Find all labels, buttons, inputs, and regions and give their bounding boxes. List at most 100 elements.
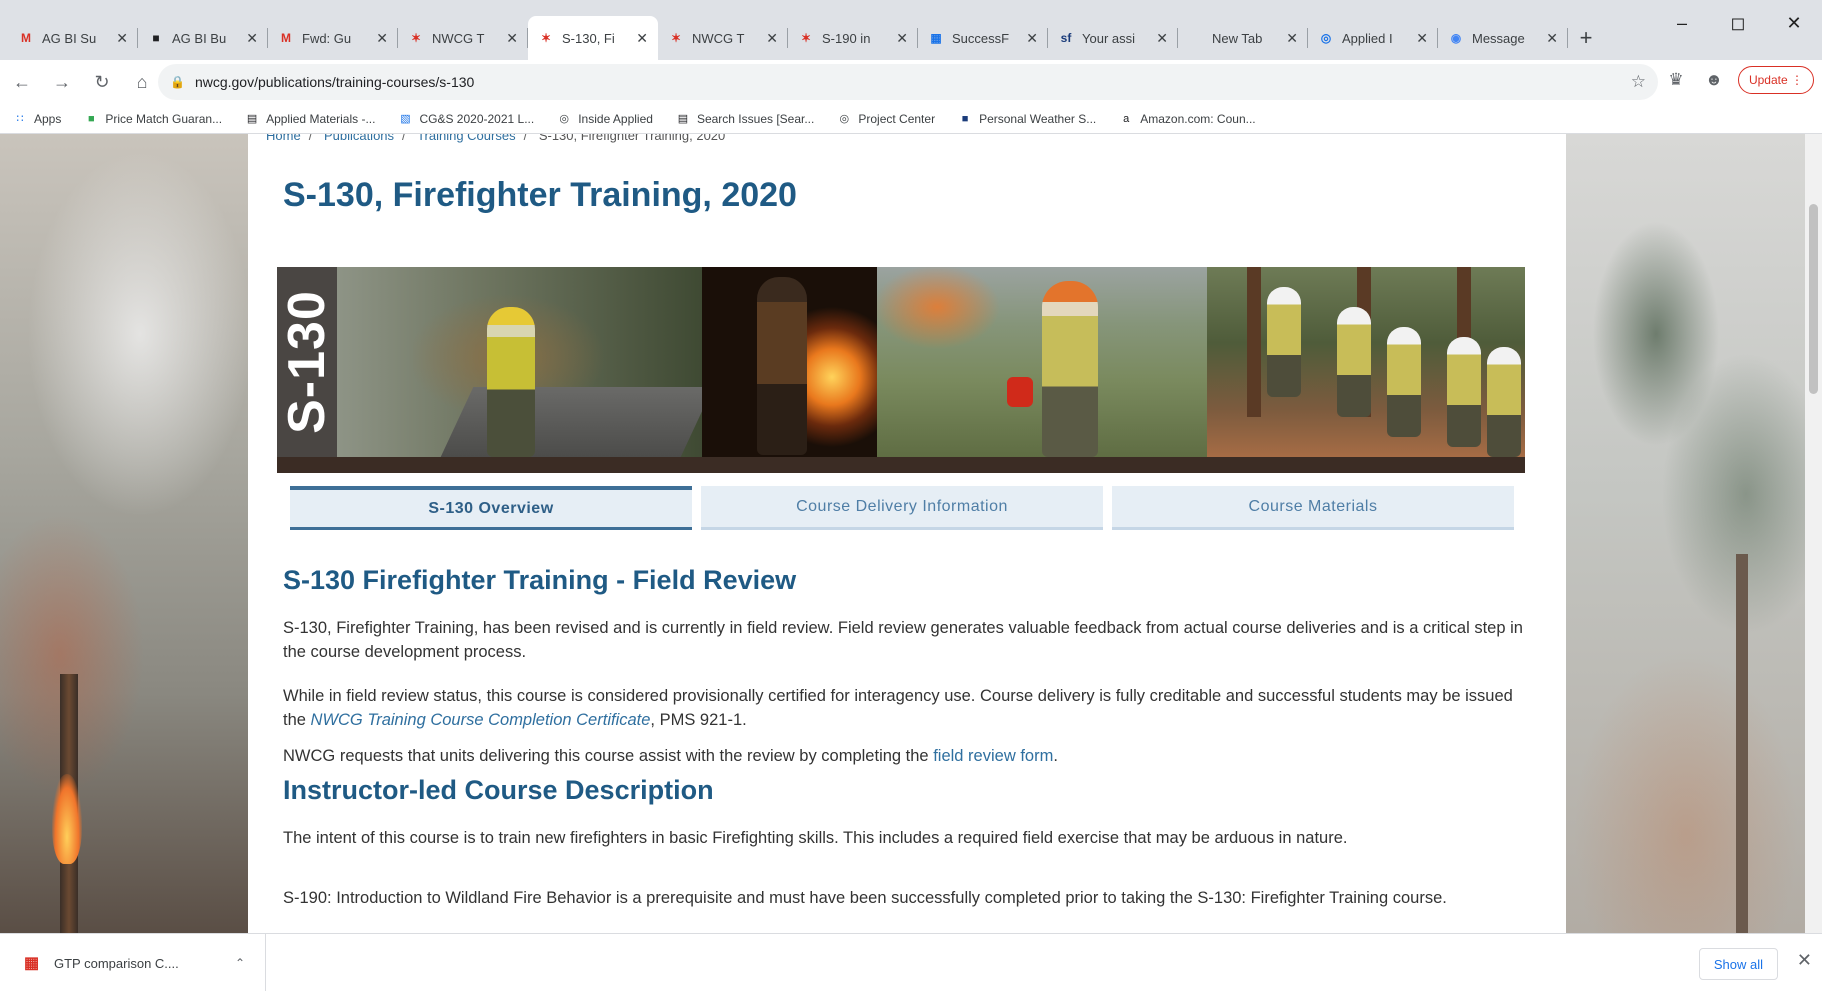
- bookmark-item[interactable]: a Amazon.com: Coun...: [1118, 111, 1255, 127]
- banner-photo-hand-crew: [1207, 267, 1525, 457]
- tab-overview[interactable]: S-130 Overview: [290, 486, 692, 530]
- new-tab-button[interactable]: +: [1568, 16, 1604, 60]
- apps-icon: ∷: [16, 113, 24, 125]
- field-review-heading: S-130 Firefighter Training - Field Revie…: [283, 565, 797, 595]
- doc-icon: ■: [152, 31, 160, 45]
- toolbar-actions: ♛ ☻ Update ⋮: [1662, 66, 1814, 94]
- bookmark-item[interactable]: ▤ Applied Materials -...: [244, 111, 376, 127]
- course-description-heading: Instructor-led Course Description: [283, 775, 714, 805]
- home-button[interactable]: ⌂: [124, 64, 160, 100]
- close-tab-icon[interactable]: ✕: [766, 30, 778, 47]
- address-bar[interactable]: 🔒 nwcg.gov/publications/training-courses…: [158, 64, 1658, 100]
- bookmark-item[interactable]: ▧ CG&S 2020-2021 L...: [397, 111, 534, 127]
- banner-course-label: S-130: [277, 267, 337, 457]
- maximize-button[interactable]: ◻: [1710, 0, 1766, 46]
- globe-icon: ◎: [839, 113, 850, 125]
- tab-title: Applied I: [1342, 30, 1393, 46]
- bookmarks-bar: ∷ Apps ■ Price Match Guaran... ▤ Applied Mate…: [0, 104, 1822, 134]
- browser-tab[interactable]: New Tab ✕: [1178, 16, 1308, 60]
- close-tab-icon[interactable]: ✕: [1026, 30, 1038, 47]
- update-label: Update: [1748, 73, 1788, 87]
- bookmark-item[interactable]: ■ Personal Weather S...: [957, 111, 1097, 127]
- close-tab-icon[interactable]: ✕: [1286, 30, 1298, 47]
- forward-button[interactable]: →: [44, 64, 80, 100]
- tab-title: AG BI Bu: [172, 30, 227, 46]
- extensions-icon[interactable]: ♛: [1662, 66, 1690, 94]
- close-shelf-icon[interactable]: ✕: [1797, 950, 1812, 971]
- bookmark-label: Price Match Guaran...: [105, 111, 223, 126]
- tab-title: Fwd: Gu: [302, 30, 352, 46]
- download-item[interactable]: ▦ GTP comparison C.... ⌃: [0, 934, 266, 991]
- bookmark-star-icon[interactable]: ☆: [1631, 72, 1646, 92]
- bookmark-item[interactable]: ◎ Project Center: [836, 111, 936, 127]
- update-button[interactable]: Update ⋮: [1737, 66, 1814, 94]
- bookmark-item[interactable]: ▤ Search Issues [Sear...: [675, 111, 815, 127]
- close-tab-icon[interactable]: ✕: [376, 30, 388, 47]
- browser-tab[interactable]: ◎ Applied I ✕: [1308, 16, 1438, 60]
- blank-icon: [1188, 30, 1204, 46]
- banner-photo-night-fire: [702, 267, 877, 457]
- field-review-form-link[interactable]: field review form: [933, 747, 1053, 765]
- browser-tab[interactable]: ■ AG BI Bu ✕: [138, 16, 268, 60]
- close-tab-icon[interactable]: ✕: [1416, 30, 1428, 47]
- tab-course-delivery[interactable]: Course Delivery Information: [701, 486, 1103, 530]
- sf-icon: sf: [1060, 31, 1072, 45]
- amazon-icon: a: [1123, 112, 1130, 125]
- bookmark-icon: ▤: [246, 113, 258, 125]
- close-window-button[interactable]: ✕: [1766, 0, 1822, 46]
- bookmark-label: CG&S 2020-2021 L...: [419, 111, 535, 126]
- browser-tab[interactable]: ✶ S-130, Fi ✕: [528, 16, 658, 60]
- download-shelf: ▦ GTP comparison C.... ⌃ Show all ✕: [0, 933, 1822, 991]
- completion-certificate-link[interactable]: NWCG Training Course Completion Certific…: [311, 711, 651, 729]
- page-scrollbar[interactable]: [1805, 134, 1822, 933]
- bookmark-item[interactable]: ∷ Apps: [12, 111, 62, 127]
- close-tab-icon[interactable]: ✕: [1156, 30, 1168, 47]
- background-left-image: [0, 134, 248, 933]
- course-tabs: S-130 Overview Course Delivery Informati…: [290, 486, 1514, 530]
- banner-photo-drip-torch: [877, 267, 1207, 457]
- reload-button[interactable]: ↻: [84, 64, 120, 100]
- scrollbar-thumb[interactable]: [1809, 204, 1818, 394]
- bookmark-label: Project Center: [858, 111, 936, 126]
- minimize-button[interactable]: –: [1654, 0, 1710, 46]
- bookmark-label: Amazon.com: Coun...: [1140, 111, 1256, 126]
- chevron-up-icon[interactable]: ⌃: [235, 956, 245, 970]
- price-match-icon: ■: [88, 112, 95, 125]
- url-text: nwcg.gov/publications/training-courses/s…: [194, 74, 475, 90]
- profile-icon[interactable]: ☻: [1700, 66, 1728, 94]
- page-title: S-130, Firefighter Training, 2020: [283, 176, 797, 214]
- close-tab-icon[interactable]: ✕: [116, 30, 128, 47]
- bookmark-label: Personal Weather S...: [979, 111, 1097, 126]
- breadcrumb-training-courses[interactable]: Training Courses: [417, 134, 516, 143]
- back-button[interactable]: ←: [4, 64, 40, 100]
- bookmark-label: Applied Materials -...: [266, 111, 376, 126]
- close-tab-icon[interactable]: ✕: [1546, 30, 1558, 47]
- field-review-paragraph-2: While in field review status, this cours…: [283, 687, 1513, 729]
- bookmark-item[interactable]: ■ Price Match Guaran...: [83, 111, 222, 127]
- bookmark-item[interactable]: ◎ Inside Applied: [556, 111, 653, 127]
- browser-tab[interactable]: M Fwd: Gu ✕: [268, 16, 398, 60]
- show-all-button[interactable]: Show all: [1698, 948, 1778, 980]
- tab-title: SuccessF: [952, 30, 1010, 46]
- tab-title: Message: [1472, 30, 1525, 46]
- browser-tab[interactable]: ✶ NWCG T ✕: [658, 16, 788, 60]
- browser-tab[interactable]: ▦ SuccessF ✕: [918, 16, 1048, 60]
- browser-tab[interactable]: ✶ S-190 in ✕: [788, 16, 918, 60]
- close-tab-icon[interactable]: ✕: [506, 30, 518, 47]
- banner-photo-chainsaw: [337, 267, 714, 457]
- bookmark-icon: ▤: [677, 113, 689, 125]
- browser-tab[interactable]: ◉ Message ✕: [1438, 16, 1568, 60]
- close-tab-icon[interactable]: ✕: [636, 30, 648, 47]
- close-tab-icon[interactable]: ✕: [246, 30, 258, 47]
- download-filename: GTP comparison C....: [54, 955, 179, 971]
- breadcrumb-home[interactable]: Home: [266, 134, 301, 143]
- browser-tab[interactable]: sf Your assi ✕: [1048, 16, 1178, 60]
- course-description-paragraph-1: The intent of this course is to train ne…: [283, 829, 1348, 847]
- browser-tab[interactable]: M AG BI Su ✕: [8, 16, 138, 60]
- breadcrumb-publications[interactable]: Publications: [324, 134, 394, 143]
- tab-course-materials[interactable]: Course Materials: [1112, 486, 1514, 530]
- close-tab-icon[interactable]: ✕: [896, 30, 908, 47]
- bookmark-label: Apps: [34, 111, 62, 126]
- browser-tab[interactable]: ✶ NWCG T ✕: [398, 16, 528, 60]
- tab-title: Your assi: [1082, 30, 1135, 46]
